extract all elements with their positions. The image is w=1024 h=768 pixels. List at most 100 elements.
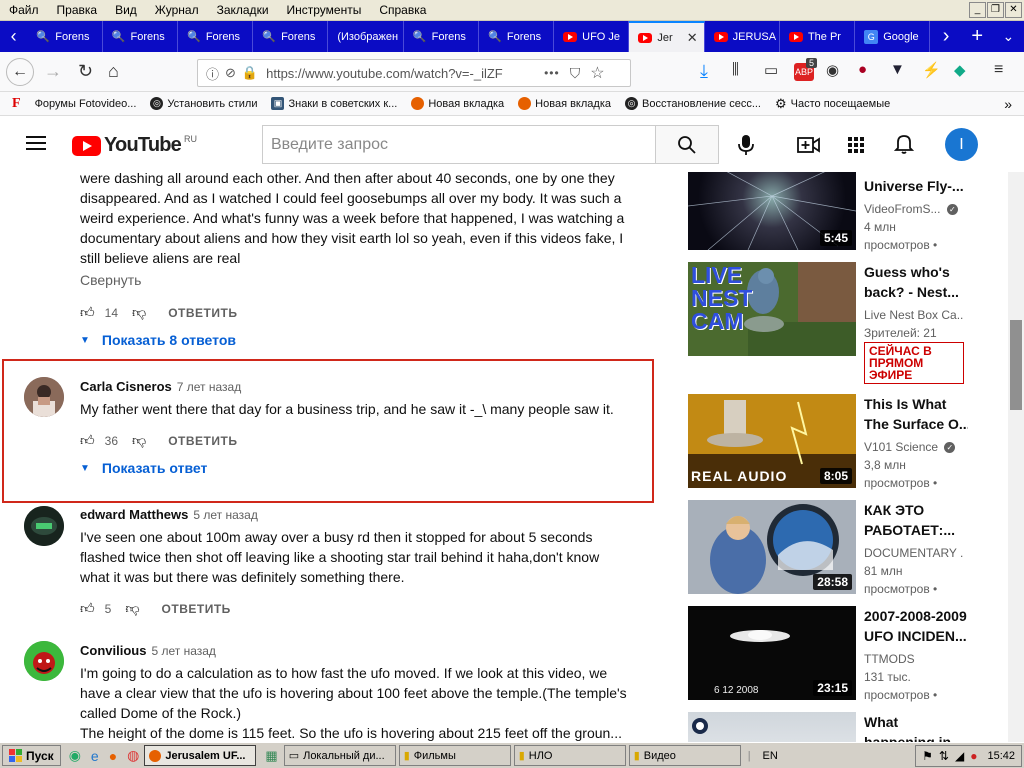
microphone-icon[interactable] (738, 134, 754, 161)
reply-button[interactable]: ОТВЕТИТЬ (168, 434, 237, 448)
video-channel[interactable]: TTMODS (864, 650, 964, 668)
home-button[interactable]: ⌂ (108, 61, 119, 82)
extension-icon-5[interactable]: ◆ (954, 61, 966, 79)
account-avatar[interactable]: I (945, 128, 978, 161)
guide-menu-icon[interactable] (26, 136, 46, 150)
tab-forens-2[interactable]: 🔍 Forens (103, 21, 178, 52)
pocket-icon[interactable]: ⛉ (570, 65, 581, 82)
library-icon[interactable]: ⫼ (732, 61, 739, 78)
comment-timestamp[interactable]: 7 лет назад (177, 380, 241, 394)
url-text[interactable]: https://www.youtube.com/watch?v=-_ilZF (266, 66, 536, 81)
avatar[interactable] (24, 641, 64, 681)
firefox-quicklaunch-icon[interactable]: ● (109, 748, 117, 764)
video-thumbnail[interactable]: 6 12 2008 23:15 (688, 606, 856, 700)
show-desktop-icon[interactable]: ◉ (69, 747, 81, 764)
menu-tools[interactable]: Инструменты (278, 3, 371, 17)
menu-history[interactable]: Журнал (146, 3, 208, 17)
permissions-icon[interactable]: ⊘ (225, 65, 236, 81)
apps-grid-icon[interactable] (848, 137, 864, 153)
chrome-quicklaunch-icon[interactable]: ◍ (127, 747, 139, 764)
comment-author[interactable]: Carla Cisneros (80, 379, 172, 394)
dislike-thumb-icon[interactable]: 👎︎ (125, 600, 139, 617)
tab-jerusalem-active[interactable]: Jer ✕ (629, 21, 705, 52)
video-title[interactable]: 2007-2008-2009 (864, 606, 968, 626)
video-channel[interactable]: VideoFromS... ✓ (864, 200, 964, 218)
video-title-line2[interactable]: back? - Nest... (864, 282, 968, 302)
bookmark-new-tab-2[interactable]: Новая вкладка (518, 97, 611, 110)
comment-author[interactable]: Convilious (80, 643, 146, 658)
page-scrollbar[interactable] (1008, 172, 1024, 742)
tab-scroll-right-icon[interactable]: › (930, 21, 961, 52)
search-button[interactable] (655, 125, 719, 164)
new-tab-button[interactable]: + (962, 21, 993, 52)
tab-forens-4[interactable]: 🔍 Forens (253, 21, 329, 52)
show-reply-button[interactable]: ▼ Показать ответ (80, 460, 207, 476)
restore-button[interactable]: ❐ (987, 2, 1004, 18)
extension-icon-3[interactable]: ▼ (890, 61, 905, 78)
info-icon[interactable]: ⓘ (206, 64, 219, 83)
video-channel[interactable]: Live Nest Box Ca... (864, 306, 964, 324)
reply-button[interactable]: ОТВЕТИТЬ (168, 306, 237, 320)
minimize-button[interactable]: _ (969, 2, 986, 18)
video-title-line2[interactable]: The Surface O... (864, 414, 968, 434)
language-indicator[interactable]: EN (763, 750, 778, 762)
bookmark-new-tab-1[interactable]: Новая вкладка (411, 97, 504, 110)
taskbar-films-folder[interactable]: ▮ Фильмы (398, 745, 511, 766)
like-thumb-icon[interactable]: 👍︎ (80, 432, 95, 449)
tab-jerusa[interactable]: JERUSA (705, 21, 780, 52)
more-bookmarks-chevron-icon[interactable]: » (1004, 96, 1012, 112)
show-replies-button[interactable]: ▼ Показать 8 ответов (80, 332, 236, 348)
menu-file[interactable]: Файл (0, 3, 48, 17)
bookmark-most-visited[interactable]: ⚙ Часто посещаемые (775, 96, 890, 112)
youtube-logo[interactable]: YouTube RU (72, 134, 197, 157)
menu-edit[interactable]: Правка (48, 3, 107, 17)
dislike-thumb-icon[interactable]: 👎︎ (132, 432, 146, 449)
tab-the-pr[interactable]: The Pr (780, 21, 856, 52)
menu-view[interactable]: Вид (106, 3, 146, 17)
collapse-link[interactable]: Свернуть (80, 272, 141, 288)
tab-image[interactable]: (Изображен (328, 21, 404, 52)
video-thumbnail[interactable]: REAL AUDIO 8:05 (688, 394, 856, 488)
scrollbar-thumb[interactable] (1010, 320, 1022, 410)
reply-button[interactable]: ОТВЕТИТЬ (162, 602, 231, 616)
volume-icon[interactable]: ◢ (955, 749, 964, 763)
video-title-line2[interactable]: РАБОТАЕТ:... (864, 520, 968, 540)
video-title[interactable]: What (864, 712, 968, 732)
bookmark-signs[interactable]: ▣ Знаки в советских к... (271, 97, 397, 110)
tab-list-chevron-icon[interactable]: ⌄ (993, 21, 1024, 52)
video-title[interactable]: КАК ЭТО (864, 500, 968, 520)
sidebar-icon[interactable]: ▭ (764, 61, 778, 79)
avatar[interactable] (24, 377, 64, 417)
flag-icon[interactable]: ⚑ (922, 749, 933, 763)
video-title-line2[interactable]: happening in... (864, 732, 968, 742)
tab-google[interactable]: G Google (855, 21, 931, 52)
forward-button[interactable]: → (44, 61, 62, 82)
notifications-bell-icon[interactable] (893, 133, 915, 160)
extension-icon-1[interactable]: ◉ (826, 61, 839, 79)
video-title-line2[interactable]: UFO INCIDEN... (864, 626, 968, 646)
avatar[interactable] (24, 506, 64, 546)
bookmark-star-icon[interactable]: ☆ (590, 63, 604, 83)
tab-forens-5[interactable]: 🔍 Forens (404, 21, 479, 52)
like-thumb-icon[interactable]: 👍︎ (80, 600, 95, 617)
tab-ufo-je[interactable]: UFO Je (554, 21, 630, 52)
menu-bookmarks[interactable]: Закладки (208, 3, 278, 17)
reload-button[interactable]: ↻ (78, 61, 93, 82)
taskbar-video-folder[interactable]: ▮ Видео (628, 745, 741, 766)
taskbar-ufo-folder[interactable]: ▮ НЛО (513, 745, 626, 766)
clock[interactable]: 15:42 (987, 750, 1015, 762)
video-title[interactable]: Guess who's (864, 262, 968, 282)
video-channel[interactable]: V101 Science ✓ (864, 438, 964, 456)
dislike-thumb-icon[interactable]: 👎︎ (132, 304, 146, 321)
tab-forens-3[interactable]: 🔍 Forens (178, 21, 254, 52)
download-icon[interactable]: ⤓ (700, 61, 708, 82)
bookmark-styles[interactable]: ◎ Установить стили (150, 97, 257, 110)
create-video-icon[interactable] (797, 136, 821, 159)
bookmark-fotovideo[interactable]: F Форумы Fotovideo... (12, 96, 136, 112)
comment-timestamp[interactable]: 5 лет назад (151, 644, 215, 658)
back-button[interactable]: ← (6, 58, 34, 86)
bookmark-session-restore[interactable]: ◎ Восстановление сесс... (625, 97, 761, 110)
address-bar[interactable]: ⓘ ⊘ 🔒 https://www.youtube.com/watch?v=-_… (197, 59, 631, 87)
extension-icon-4[interactable]: ⚡ (922, 61, 941, 79)
close-tab-icon[interactable]: ✕ (687, 30, 698, 46)
